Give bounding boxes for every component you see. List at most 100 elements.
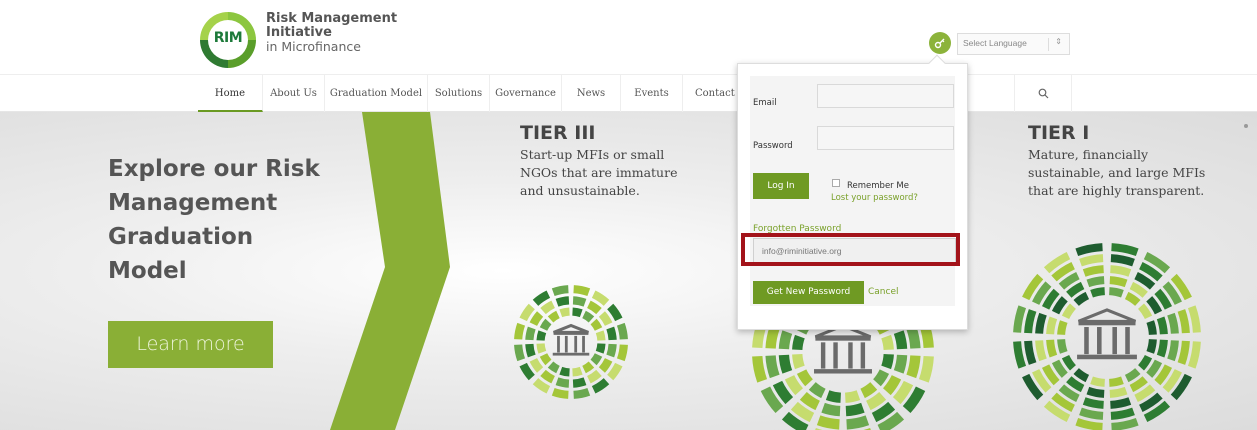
wheel-segment xyxy=(1035,312,1047,334)
email-field[interactable] xyxy=(817,84,954,108)
wheel-segment xyxy=(1156,316,1168,335)
learn-more-button[interactable]: Learn more xyxy=(108,321,273,368)
wheel-segment xyxy=(598,358,613,373)
get-new-password-button[interactable]: Get New Password xyxy=(753,281,864,304)
wheel-segment xyxy=(1177,340,1190,365)
wheel-segment xyxy=(529,358,544,373)
lost-password-link[interactable]: Lost your password? xyxy=(831,193,918,203)
wheel-segment xyxy=(582,310,595,323)
logo-wordmark: Risk Management Initiative in Microfinan… xyxy=(266,12,397,54)
login-form: Email Password Log In Remember Me Lost y… xyxy=(750,76,956,306)
wheel-segment xyxy=(825,390,841,403)
wheel-segment xyxy=(1187,305,1201,333)
wheel-segment xyxy=(539,353,552,366)
wheel-segment xyxy=(1046,316,1058,335)
wheel-segment xyxy=(1156,339,1168,358)
wheel-segment xyxy=(808,382,826,399)
wheel-segment xyxy=(595,343,606,354)
nav-item-graduation-model[interactable]: Graduation Model xyxy=(325,75,428,112)
login-toggle-button[interactable] xyxy=(929,32,951,54)
remember-me-checkbox[interactable] xyxy=(832,179,840,187)
wheel-segment xyxy=(845,390,861,403)
wheel-segment xyxy=(1111,243,1139,257)
institution-icon xyxy=(814,324,872,374)
nav-item-contact[interactable]: Contact xyxy=(683,75,739,112)
wheel-segment xyxy=(1013,305,1027,333)
wheel-segment xyxy=(539,318,552,331)
tier-1-wheel-graphic xyxy=(1013,243,1201,430)
cancel-link[interactable]: Cancel xyxy=(868,287,899,297)
wheel-segment xyxy=(1111,417,1139,430)
wheel-segment xyxy=(595,330,606,341)
wheel-segment xyxy=(573,285,591,297)
wheel-segment xyxy=(590,353,603,366)
wheel-segment xyxy=(846,415,870,430)
wheel-segment xyxy=(1109,376,1124,387)
wheel-segment xyxy=(616,344,628,362)
updown-arrow-icon: ⇕ xyxy=(1055,37,1062,46)
nav-item-governance[interactable]: Governance xyxy=(490,75,562,112)
logo-line-2: Initiative xyxy=(266,25,332,40)
wheel-segment xyxy=(816,415,840,430)
nav-item-news[interactable]: News xyxy=(562,75,621,112)
wheel-segment xyxy=(547,361,560,374)
log-in-button[interactable]: Log In xyxy=(753,173,809,199)
login-popup: Email Password Log In Remember Me Lost y… xyxy=(737,54,968,330)
wheel-segment xyxy=(1046,339,1058,358)
wheel-segment xyxy=(1086,276,1105,288)
wheel-segment xyxy=(582,361,595,374)
wheel-segment xyxy=(1082,397,1104,409)
wheel-segment xyxy=(796,369,813,387)
wheel-segment xyxy=(845,402,865,417)
main-nav: Home About Us Graduation Model Solutions… xyxy=(0,74,1257,112)
wheel-segment xyxy=(551,285,569,297)
password-field[interactable] xyxy=(817,126,954,150)
wheel-segment xyxy=(1057,339,1068,354)
wheel-segment xyxy=(1079,254,1104,267)
language-select[interactable]: Select Language ⇕ xyxy=(957,33,1070,55)
wheel-segment xyxy=(918,356,934,383)
wheel-segment xyxy=(1075,243,1103,257)
nav-search-button[interactable] xyxy=(1014,75,1072,112)
slider-dot-icon[interactable] xyxy=(1244,124,1248,128)
nav-item-home[interactable]: Home xyxy=(198,75,263,112)
hero-title-line: Graduation xyxy=(108,224,254,250)
tier-3-wheel-graphic xyxy=(514,285,628,399)
site-logo[interactable]: RIM Risk Management Initiative in Microf… xyxy=(200,12,397,68)
nav-item-events[interactable]: Events xyxy=(621,75,683,112)
tier-3-desc-line: and unsustainable. xyxy=(520,183,640,198)
wheel-segment xyxy=(1110,397,1132,409)
wheel-segment xyxy=(821,402,841,417)
wheel-segment xyxy=(893,354,908,374)
nav-item-solutions[interactable]: Solutions xyxy=(428,75,490,112)
wheel-segment xyxy=(881,354,894,370)
wheel-segment xyxy=(540,369,555,384)
wheel-segment xyxy=(906,355,921,379)
tier-3-title: TIER III xyxy=(520,122,596,144)
tier-3-desc-line: Start-up MFIs or small xyxy=(520,147,665,162)
wheel-segment xyxy=(572,296,587,307)
tier-1-desc-line: sustainable, and large MFIs xyxy=(1028,165,1206,180)
wheel-segment xyxy=(873,369,890,387)
wheel-segment xyxy=(1109,276,1128,288)
wheel-segment xyxy=(1035,340,1047,362)
wheel-segment xyxy=(1167,312,1179,334)
wheel-segment xyxy=(1187,341,1201,369)
wheel-segment xyxy=(1013,341,1027,369)
site-header: RIM Risk Management Initiative in Microf… xyxy=(0,0,1257,74)
wheel-segment xyxy=(778,330,793,350)
key-icon xyxy=(934,38,945,49)
tier-1-description: Mature, financially sustainable, and lar… xyxy=(1028,146,1205,200)
reset-email-field[interactable]: info@riminitiative.org xyxy=(753,238,956,266)
wheel-segment xyxy=(1086,386,1105,398)
wheel-segment xyxy=(540,300,555,315)
tier-3-desc-line: NGOs that are immature xyxy=(520,165,678,180)
wheel-segment xyxy=(893,330,908,350)
wheel-segment xyxy=(572,307,583,318)
nav-item-about-us[interactable]: About Us xyxy=(263,75,325,112)
wheel-segment xyxy=(1146,339,1157,354)
institution-icon xyxy=(552,323,590,356)
forgotten-password-heading: Forgotten Password xyxy=(753,224,842,234)
wheel-segment xyxy=(1090,287,1105,298)
wheel-segment xyxy=(555,377,570,388)
